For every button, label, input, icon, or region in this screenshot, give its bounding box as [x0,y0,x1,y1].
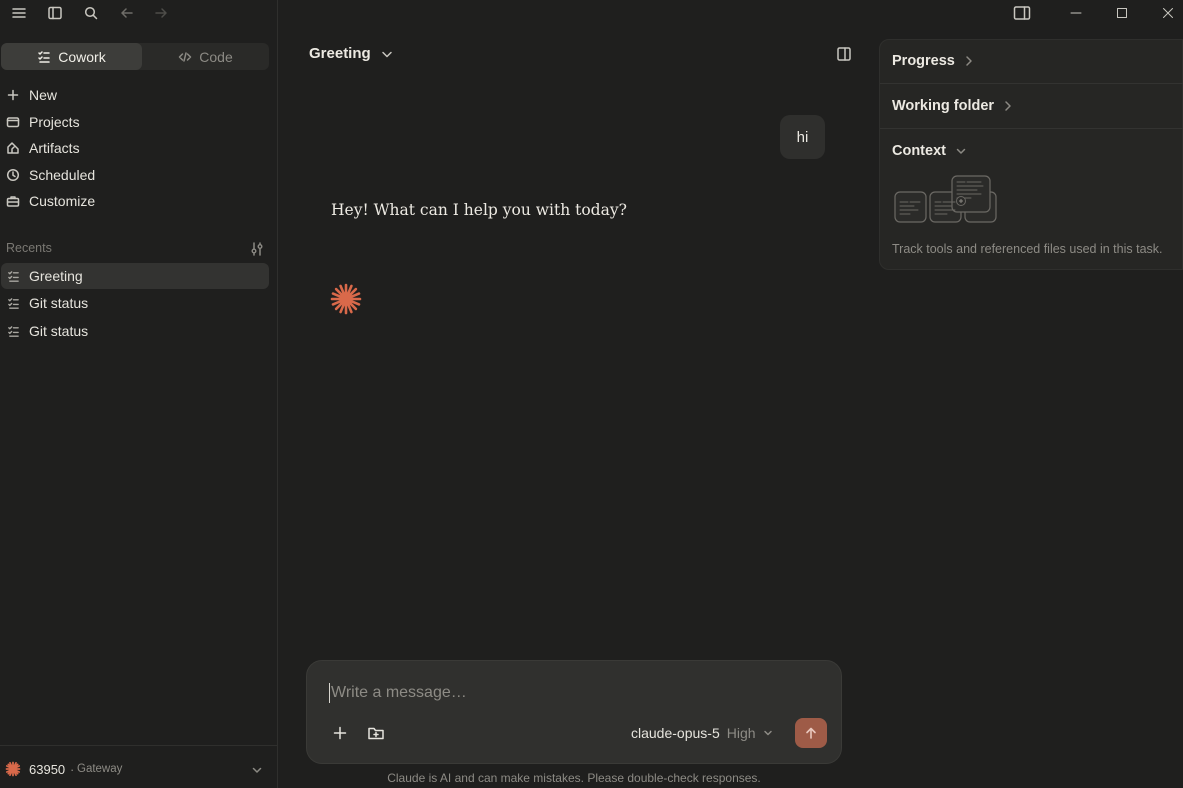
recent-item-label: Greeting [29,268,83,284]
chevron-right-icon [966,56,972,66]
plus-icon [7,89,19,101]
minimize-icon[interactable] [1067,4,1085,22]
chevron-down-icon [763,730,772,736]
claude-spinner-icon [330,283,362,315]
mode-switcher: Cowork Code [1,43,269,70]
recent-item-greeting[interactable]: Greeting [1,263,269,289]
working-folder-label: Working folder [892,98,995,114]
add-folder-icon[interactable] [367,724,385,742]
model-selector[interactable]: claude-opus-5 High [631,725,773,741]
recent-item-label: Git status [29,295,89,311]
recent-item-git-status[interactable]: Git status [1,318,269,344]
progress-label: Progress [892,53,955,69]
panel-toggle-icon[interactable] [1013,4,1031,22]
sidebar: Cowork Code New Projects Artifacts Sched… [0,0,278,788]
code-icon [179,51,192,62]
chat-title-dropdown[interactable]: Greeting [309,45,393,62]
briefcase-icon [6,196,20,207]
chevron-down-icon [252,767,262,773]
sidebar-item-label: Scheduled [29,167,96,183]
side-panel-icon[interactable] [836,46,854,64]
context-label: Context [892,143,946,159]
recent-item-label: Git status [29,323,89,339]
gateway-label: Gateway [77,763,123,775]
working-folder-section[interactable]: Working folder [880,84,1183,129]
context-header[interactable]: Context [892,143,967,159]
chevron-down-icon [956,148,966,154]
task-list-icon [8,325,19,337]
tab-cowork[interactable]: Cowork [1,43,142,70]
sidebar-item-artifacts[interactable]: Artifacts [6,137,80,159]
model-name: claude-opus-5 [631,725,720,741]
filter-sliders-icon[interactable] [249,241,265,257]
arrow-up-icon [806,727,816,739]
tab-code-label: Code [199,48,233,65]
task-panel: Progress Working folder Context Track to… [879,39,1183,270]
recents-heading: Recents [6,241,52,255]
page-title: Greeting [309,45,371,62]
sidebar-item-scheduled[interactable]: Scheduled [6,164,95,186]
message-composer: claude-opus-5 High [306,660,842,764]
task-list-icon [8,270,19,282]
user-message: hi [780,115,825,159]
context-description: Track tools and referenced files used in… [892,242,1163,256]
close-icon[interactable] [1159,4,1177,22]
cowork-icon [38,50,51,63]
progress-header[interactable]: Progress [892,53,974,69]
assistant-message: Hey! What can I help you with today? [331,201,627,219]
send-button[interactable] [795,718,827,748]
sidebar-item-new[interactable]: New [6,84,57,106]
folder-icon [6,117,20,128]
account-switcher[interactable]: 63950 · Gateway [0,745,278,788]
working-folder-header[interactable]: Working folder [892,98,1013,114]
add-attachment-icon[interactable] [331,724,349,742]
disclaimer: Claude is AI and can make mistakes. Plea… [387,771,761,785]
recent-item-git-status[interactable]: Git status [1,290,269,316]
context-illustration-icon [894,175,997,223]
sidebar-item-customize[interactable]: Customize [6,190,95,212]
task-list-icon [8,297,19,309]
effort-level: High [726,725,756,741]
chevron-down-icon [381,51,392,57]
chevron-right-icon [1005,101,1011,111]
maximize-icon[interactable] [1113,4,1131,22]
artifacts-icon [7,142,19,154]
tab-cowork-label: Cowork [58,48,106,65]
sidebar-item-projects[interactable]: Projects [6,111,80,133]
tab-code[interactable]: Code [142,43,269,70]
user-message-text: hi [796,128,809,146]
sidebar-item-label: Projects [29,114,80,130]
progress-section[interactable]: Progress [880,40,1183,84]
claude-logo-icon [5,761,21,777]
account-id: 63950 [29,762,66,777]
sidebar-item-label: Customize [29,193,96,209]
sidebar-item-label: Artifacts [29,140,80,156]
message-input[interactable] [329,683,809,703]
separator: · [70,762,75,777]
clock-icon [6,168,20,182]
sidebar-item-label: New [29,87,58,103]
